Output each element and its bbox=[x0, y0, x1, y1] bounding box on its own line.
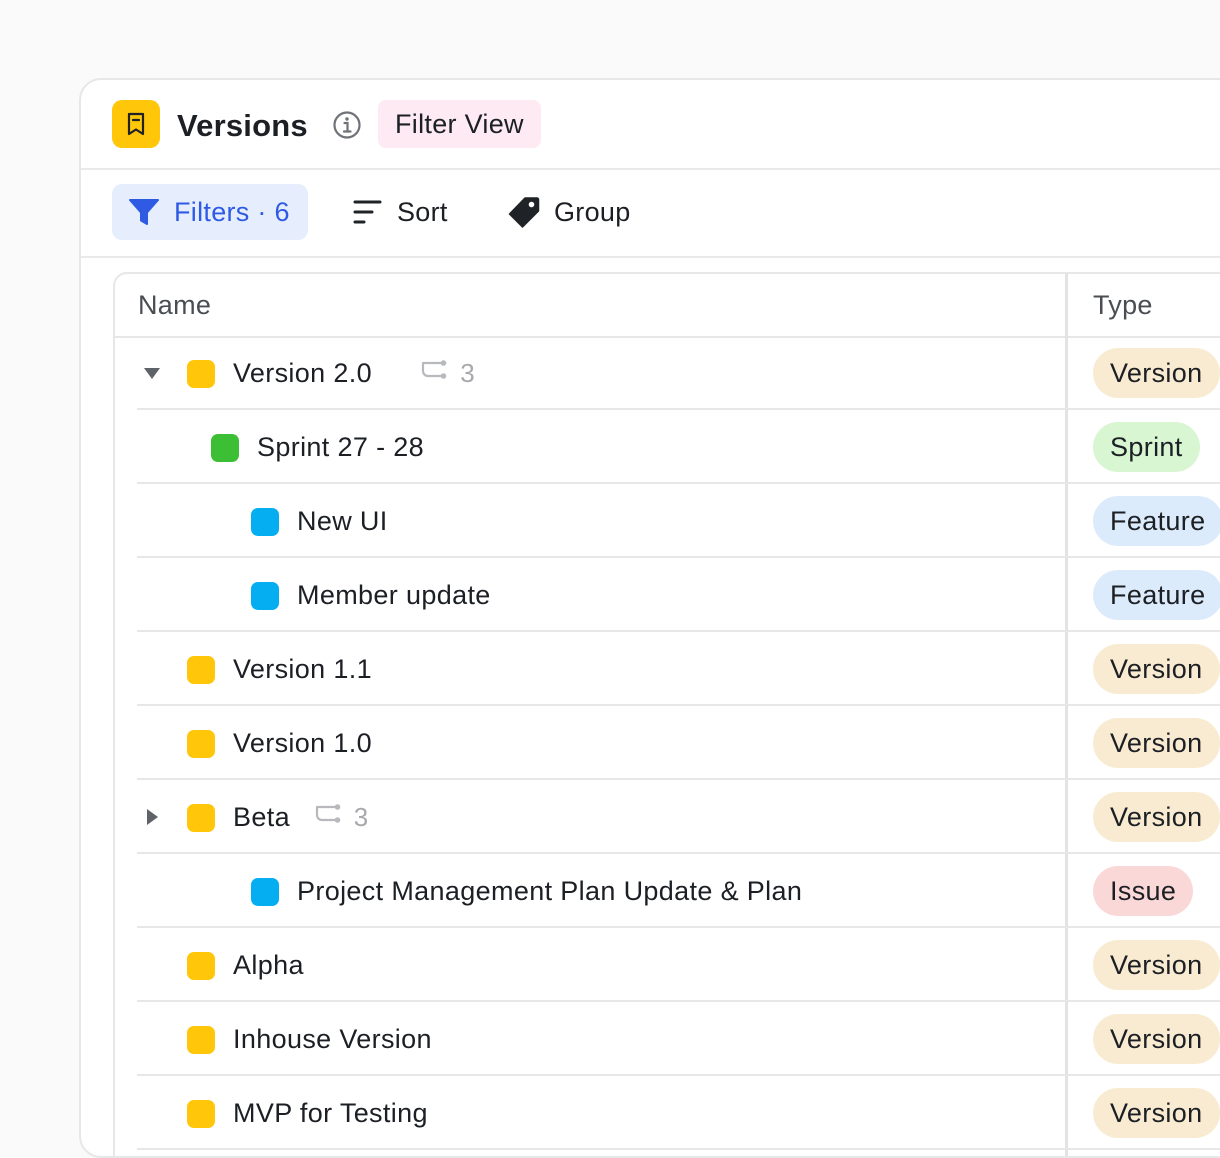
table-header: Name Type bbox=[115, 274, 1220, 338]
info-icon[interactable] bbox=[332, 110, 362, 140]
table-row[interactable]: Sprint 27 - 28 Sprint bbox=[137, 410, 1220, 484]
tag-icon bbox=[508, 197, 540, 228]
table-row[interactable]: Member update Feature bbox=[137, 558, 1220, 632]
filters-label: Filters · 6 bbox=[174, 196, 290, 227]
type-chip[interactable]: Feature bbox=[1093, 570, 1220, 620]
filter-icon bbox=[129, 199, 159, 225]
panel-header: Versions Filter View bbox=[81, 80, 1220, 170]
row-name[interactable]: Sprint 27 - 28 bbox=[257, 410, 424, 484]
subitems-count: 3 bbox=[420, 358, 475, 389]
item-type-icon bbox=[187, 1100, 215, 1128]
type-chip[interactable]: Version bbox=[1093, 644, 1220, 694]
type-chip[interactable]: Feature bbox=[1093, 496, 1220, 546]
type-chip[interactable]: Version bbox=[1093, 348, 1220, 398]
filters-button[interactable]: Filters · 6 bbox=[112, 184, 308, 240]
column-header-name[interactable]: Name bbox=[138, 274, 211, 336]
table-row[interactable]: New UI Feature bbox=[137, 484, 1220, 558]
item-type-icon bbox=[251, 508, 279, 536]
type-chip[interactable]: Version bbox=[1093, 1088, 1220, 1138]
page-title: Versions bbox=[177, 108, 308, 143]
item-type-icon bbox=[187, 1026, 215, 1054]
subitems-icon bbox=[420, 359, 447, 389]
table-row[interactable]: Project Management Plan Update & Plan Iss… bbox=[137, 854, 1220, 928]
type-chip[interactable]: Version bbox=[1093, 940, 1220, 990]
row-name[interactable]: Version 2.0 bbox=[233, 336, 372, 410]
filter-view-badge[interactable]: Filter View bbox=[378, 100, 541, 148]
row-name[interactable]: Version 1.1 bbox=[233, 632, 372, 706]
item-type-icon bbox=[187, 952, 215, 980]
versions-table: Name Type Version 2.0 3 Version Sprint 27 -… bbox=[113, 272, 1220, 1156]
item-type-icon bbox=[211, 434, 239, 462]
type-chip[interactable]: Sprint bbox=[1093, 422, 1200, 472]
versions-panel: Versions Filter View Filters · 6 Sort Gr… bbox=[79, 78, 1220, 1158]
caret-down-icon[interactable] bbox=[143, 364, 161, 382]
table-row[interactable]: Alpha Version bbox=[137, 928, 1220, 1002]
bookmark-icon bbox=[112, 100, 160, 148]
caret-right-icon[interactable] bbox=[143, 808, 161, 826]
subitems-icon bbox=[314, 803, 341, 833]
row-name[interactable]: Inhouse Version bbox=[233, 1002, 432, 1076]
row-name[interactable]: Beta bbox=[233, 780, 290, 854]
item-type-icon bbox=[251, 878, 279, 906]
item-type-icon bbox=[187, 804, 215, 832]
table-row[interactable]: Version 1.0 Version bbox=[137, 706, 1220, 780]
table-row[interactable]: Inhouse Version Version bbox=[137, 1002, 1220, 1076]
item-type-icon bbox=[251, 582, 279, 610]
sort-button[interactable]: Sort bbox=[351, 184, 448, 240]
row-name[interactable]: Alpha bbox=[233, 928, 304, 1002]
item-type-icon bbox=[187, 656, 215, 684]
item-type-icon bbox=[187, 360, 215, 388]
type-chip[interactable]: Issue bbox=[1093, 866, 1194, 916]
sort-label: Sort bbox=[397, 196, 448, 227]
row-name[interactable]: Member update bbox=[297, 558, 491, 632]
table-row[interactable]: Beta 3 Version bbox=[137, 780, 1220, 854]
type-chip[interactable]: Version bbox=[1093, 1014, 1220, 1064]
type-chip[interactable]: Version bbox=[1093, 792, 1220, 842]
sort-icon bbox=[353, 200, 382, 224]
item-type-icon bbox=[187, 730, 215, 758]
table-row[interactable]: Version 2.0 3 Version bbox=[137, 336, 1220, 410]
toolbar: Filters · 6 Sort Group bbox=[81, 168, 1220, 258]
row-name[interactable]: New UI bbox=[297, 484, 388, 558]
table-row[interactable]: MVP for Testing Version bbox=[137, 1076, 1220, 1150]
subitems-count-value: 3 bbox=[460, 358, 475, 388]
subitems-count-value: 3 bbox=[353, 802, 369, 832]
column-header-type[interactable]: Type bbox=[1093, 274, 1153, 336]
group-button[interactable]: Group bbox=[506, 184, 631, 240]
group-label: Group bbox=[554, 196, 631, 227]
table-row[interactable]: Version 1.1 Version bbox=[137, 632, 1220, 706]
row-name[interactable]: MVP for Testing bbox=[233, 1076, 428, 1150]
row-name[interactable]: Version 1.0 bbox=[233, 706, 372, 780]
row-name[interactable]: Project Management Plan Update & Plan bbox=[297, 854, 802, 928]
type-chip[interactable]: Version bbox=[1093, 718, 1220, 768]
subitems-count: 3 bbox=[314, 802, 368, 833]
